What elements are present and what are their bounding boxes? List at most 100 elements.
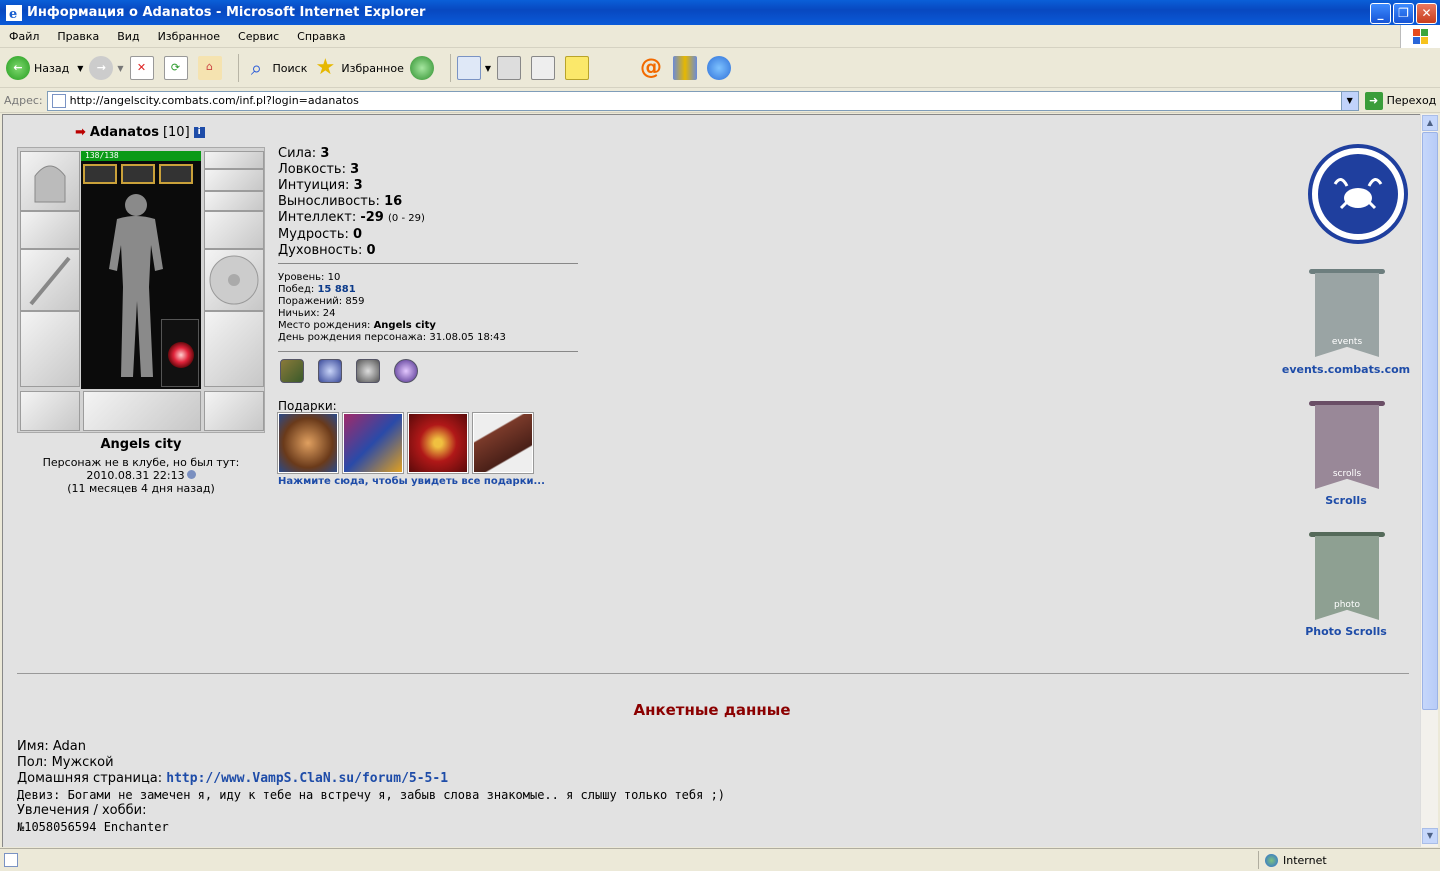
stat-row: Интуиция: 3 — [278, 178, 425, 194]
red-orb-item[interactable] — [161, 319, 199, 387]
stat-label: Духовность: — [278, 243, 363, 258]
boots-slot[interactable] — [204, 391, 264, 431]
search-icon: ⌕ — [250, 56, 263, 80]
forward-button[interactable]: → ▼ — [89, 56, 124, 80]
messenger-button[interactable] — [707, 56, 735, 80]
scrolls-link[interactable]: Scrolls — [1271, 494, 1420, 507]
buff-icon-1[interactable] — [83, 164, 117, 184]
vertical-scrollbar[interactable]: ▲ ▼ — [1420, 114, 1438, 847]
battle-info: Уровень: 10 Побед: 15 881 Поражений: 859… — [278, 272, 506, 344]
last-seen-info: Персонаж не в клубе, но был тут: 2010.08… — [17, 456, 265, 495]
stat-row: Интеллект: -29 (0 - 29) — [278, 210, 425, 227]
scroll-down-icon[interactable]: ▼ — [1422, 828, 1438, 844]
print-button[interactable] — [497, 56, 525, 80]
belt-slot[interactable] — [20, 391, 80, 431]
stat-row: Мудрость: 0 — [278, 227, 425, 243]
events-banner-text: events — [1331, 337, 1363, 347]
chevron-down-icon[interactable]: ▼ — [1340, 91, 1358, 110]
birthday-value: 31.08.05 18:43 — [429, 332, 506, 343]
research-button[interactable] — [673, 56, 701, 80]
bracer-slot[interactable] — [20, 211, 80, 249]
earring-slot[interactable] — [204, 151, 264, 169]
mailru-button[interactable]: @ — [639, 56, 667, 80]
homepage-link[interactable]: http://www.VampS.ClaN.su/forum/5-5-1 — [166, 771, 448, 786]
medal-icon[interactable] — [356, 359, 380, 383]
stat-row: Ловкость: 3 — [278, 162, 425, 178]
helmet-slot[interactable] — [20, 151, 80, 211]
rings-slot[interactable] — [204, 191, 264, 211]
legs-slot[interactable] — [204, 311, 264, 387]
refresh-button[interactable]: ⟳ — [163, 56, 192, 80]
back-button[interactable]: ← Назад ▼ — [6, 56, 83, 80]
close-button[interactable]: ✕ — [1416, 3, 1437, 24]
minimize-button[interactable]: _ — [1370, 3, 1391, 24]
edit-button[interactable] — [531, 56, 559, 80]
maximize-button[interactable]: ❐ — [1393, 3, 1414, 24]
stop-button[interactable]: ✕ — [129, 56, 158, 80]
medal-icon[interactable] — [280, 359, 304, 383]
favorites-button[interactable]: ★ Избранное — [313, 56, 404, 80]
page-content: ➡ Adanatos [10] i 138/138 Angels city Пе… — [2, 114, 1420, 847]
scroll-up-icon[interactable]: ▲ — [1422, 115, 1438, 131]
note-icon — [565, 56, 589, 80]
shield-slot[interactable] — [204, 249, 264, 311]
menu-view[interactable]: Вид — [108, 30, 148, 43]
sword-icon — [29, 256, 71, 306]
home-button[interactable]: ⌂ — [197, 56, 226, 80]
address-input[interactable]: http://angelscity.combats.com/inf.pl?log… — [46, 90, 1359, 111]
medal-icon[interactable] — [318, 359, 342, 383]
emblem-slot — [83, 391, 201, 431]
events-link[interactable]: events.combats.com — [1271, 363, 1420, 376]
armor-slot[interactable] — [20, 311, 80, 387]
info-icon[interactable]: i — [193, 127, 205, 138]
buff-icon-3[interactable] — [159, 164, 193, 184]
window-title: Информация о Adanatos - Microsoft Intern… — [27, 5, 426, 20]
combats-logo[interactable] — [1308, 144, 1408, 244]
refresh-icon: ⟳ — [163, 56, 188, 80]
gift-medallion[interactable] — [342, 412, 404, 474]
menu-favorites[interactable]: Избранное — [149, 30, 229, 43]
stats-list: Сила: 3 Ловкость: 3 Интуиция: 3 Вынослив… — [278, 146, 425, 259]
losses-value: 859 — [345, 296, 365, 307]
scroll-thumb[interactable] — [1422, 132, 1438, 710]
gift-chocolate[interactable] — [472, 412, 534, 474]
notes-button[interactable] — [565, 56, 593, 80]
stop-icon: ✕ — [129, 56, 154, 80]
search-button[interactable]: ⌕ Поиск — [245, 56, 307, 80]
stat-row: Духовность: 0 — [278, 243, 425, 259]
weapon-slot[interactable] — [20, 249, 80, 311]
gloves-slot[interactable] — [204, 211, 264, 249]
back-label: Назад — [34, 61, 70, 75]
menu-file[interactable]: Файл — [0, 30, 48, 43]
gift-chest[interactable] — [277, 412, 339, 474]
stat-label: Мудрость: — [278, 227, 349, 242]
homepage-label: Домашняя страница: — [17, 771, 163, 786]
shield-icon — [209, 255, 259, 305]
wins-value[interactable]: 15 881 — [317, 284, 355, 295]
photo-link[interactable]: Photo Scrolls — [1271, 625, 1420, 638]
medal-icon[interactable] — [394, 359, 418, 383]
birthday-label: День рождения персонажа: — [278, 332, 427, 343]
scrolls-banner[interactable]: scrolls — [1309, 401, 1385, 493]
page-status-icon — [4, 853, 18, 867]
gift-banner[interactable] — [407, 412, 469, 474]
all-gifts-link[interactable]: Нажмите сюда, чтобы увидеть все подарки.… — [278, 476, 545, 487]
address-label: Адрес: — [4, 94, 43, 107]
profile-heading: Анкетные данные — [633, 701, 791, 719]
name-label: Имя: — [17, 739, 49, 754]
events-banner[interactable]: events — [1309, 269, 1385, 361]
go-button[interactable]: ➜ Переход — [1364, 91, 1436, 110]
character-header: ➡ Adanatos [10] i — [75, 125, 205, 140]
history-button[interactable] — [409, 56, 438, 80]
amulet-slot[interactable] — [204, 169, 264, 191]
stat-value: 0 — [366, 243, 376, 258]
stat-extra: (0 - 29) — [388, 213, 425, 224]
buff-icon-2[interactable] — [121, 164, 155, 184]
menu-tools[interactable]: Сервис — [229, 30, 288, 43]
last-seen-date: 2010.08.31 22:13 — [86, 469, 185, 482]
menu-edit[interactable]: Правка — [48, 30, 108, 43]
photo-banner[interactable]: photo — [1309, 532, 1385, 624]
menu-help[interactable]: Справка — [288, 30, 354, 43]
mail-button[interactable]: ▼ — [456, 56, 491, 80]
arrow-icon[interactable]: ➡ — [75, 125, 86, 140]
